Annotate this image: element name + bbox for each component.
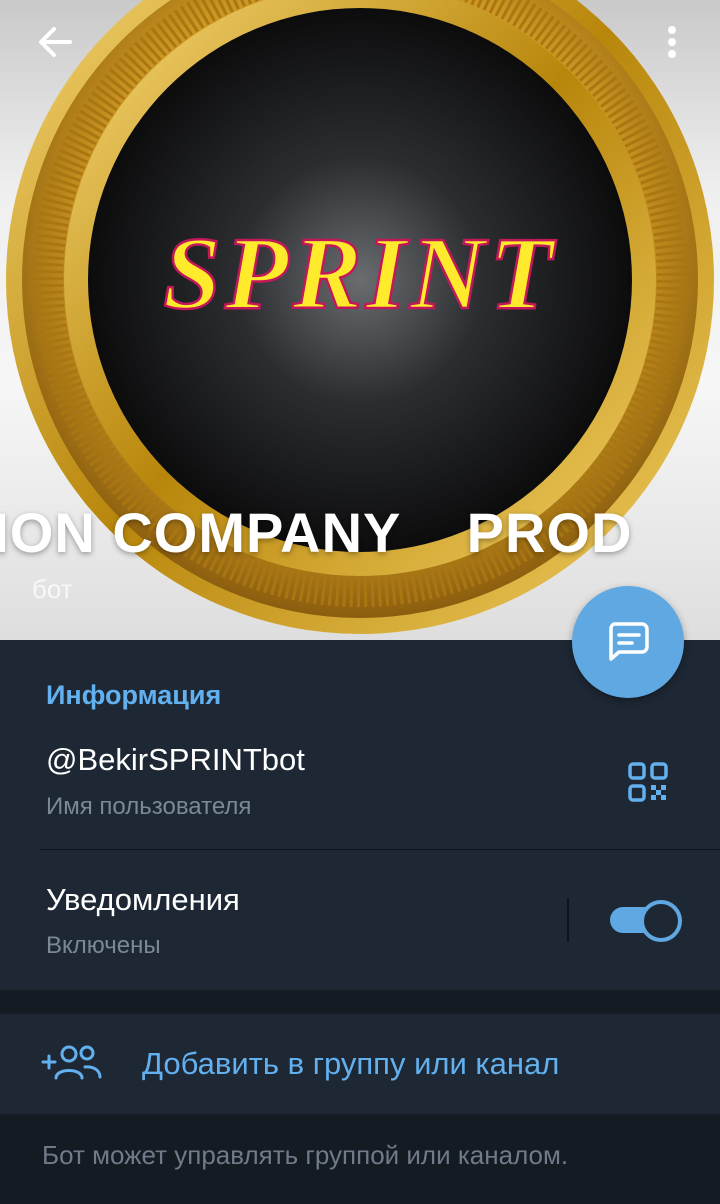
footer-info-text: Бот может управлять группой или каналом.: [42, 1140, 569, 1170]
more-vertical-icon: [668, 26, 676, 58]
message-icon: [609, 622, 649, 661]
profile-subtitle: бот: [32, 574, 73, 604]
profile-header: SPRINT TION COMPANY PROD бот: [0, 0, 720, 640]
arrow-left-icon: [39, 27, 72, 57]
section-gap: [0, 990, 720, 1014]
username-caption: Имя пользователя: [46, 793, 252, 820]
vertical-divider: [567, 898, 569, 942]
more-menu-button[interactable]: [650, 20, 694, 64]
add-to-group-label: Добавить в группу или канал: [142, 1046, 560, 1081]
qr-code-button[interactable]: [620, 754, 676, 810]
divider: [40, 849, 720, 850]
notifications-toggle[interactable]: [610, 898, 682, 942]
notifications-label: Уведомления: [46, 882, 240, 917]
add-users-icon: [40, 1040, 104, 1084]
info-section-title: Информация: [46, 680, 222, 710]
username-value: @BekirSPRINTbot: [46, 742, 305, 777]
message-fab-button[interactable]: [572, 586, 684, 698]
back-button[interactable]: [28, 20, 82, 64]
notifications-status: Включены: [46, 932, 161, 959]
profile-title: TION COMPANY PROD: [0, 501, 633, 564]
qr-code-icon: [628, 762, 668, 802]
logo-text: SPRINT: [163, 216, 557, 331]
